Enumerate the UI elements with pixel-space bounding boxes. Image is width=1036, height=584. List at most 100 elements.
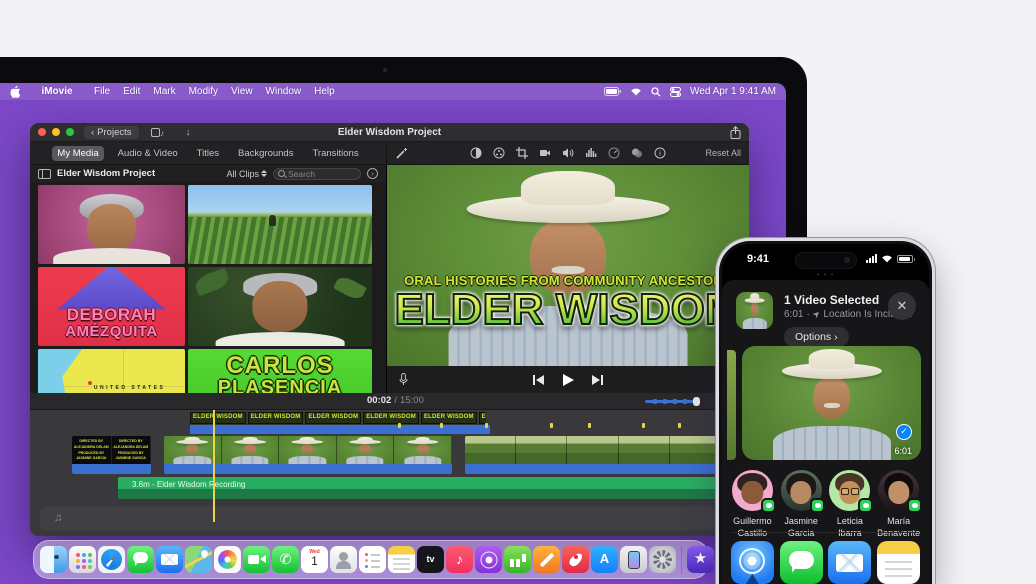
dock-safari-icon[interactable] xyxy=(98,546,125,573)
menu-help[interactable]: Help xyxy=(314,86,335,97)
dock-numbers-icon[interactable] xyxy=(504,546,531,573)
zoom-window-button[interactable] xyxy=(66,128,74,136)
clip-thumbnail-portrait-pink[interactable] xyxy=(38,185,185,264)
dock-mirroring-icon[interactable] xyxy=(620,546,647,573)
menu-window[interactable]: Window xyxy=(266,86,302,97)
airdrop-contact-leticia[interactable]: LeticiaIbarra xyxy=(826,470,874,539)
control-center-icon[interactable] xyxy=(670,87,681,97)
dock-notes-icon[interactable] xyxy=(388,546,415,573)
dock-phone-icon[interactable]: ✆ xyxy=(272,546,299,573)
contact-name: MaríaBenavente xyxy=(877,516,920,539)
share-app-airdrop[interactable]: AirDrop xyxy=(728,541,776,584)
play-icon[interactable] xyxy=(562,374,574,386)
sidebar-toggle-icon[interactable] xyxy=(38,169,51,179)
enhance-wand-icon[interactable] xyxy=(395,147,408,160)
menu-bar-clock[interactable]: Wed Apr 1 9:41 AM xyxy=(690,86,776,97)
dock-facetime-icon[interactable] xyxy=(243,546,270,573)
dock-calendar-icon[interactable]: Wed1 xyxy=(301,546,328,573)
title-clip-bar[interactable] xyxy=(190,425,490,434)
clip-thumbnail-portrait-foliage[interactable] xyxy=(188,267,372,346)
menu-view[interactable]: View xyxy=(231,86,253,97)
noise-reduction-icon[interactable] xyxy=(585,147,597,159)
browser-forward-icon[interactable]: › xyxy=(367,168,378,179)
zoom-slider-knob[interactable] xyxy=(693,397,700,406)
tab-titles[interactable]: Titles xyxy=(192,146,224,161)
minimize-window-button[interactable] xyxy=(52,128,60,136)
share-app-messages[interactable]: Messages xyxy=(777,541,825,584)
dock-maps-icon[interactable] xyxy=(185,546,212,573)
clip-thumbnail-us-map[interactable]: UNITED STATES xyxy=(38,349,185,393)
clip-thumbnail-farm-field[interactable] xyxy=(188,185,372,264)
volume-icon[interactable] xyxy=(562,147,574,159)
menu-modify[interactable]: Modify xyxy=(189,86,218,97)
clip-filter-dropdown[interactable]: All Clips xyxy=(226,169,267,179)
close-share-sheet-button[interactable]: ✕ xyxy=(888,292,916,320)
wifi-icon[interactable] xyxy=(630,87,642,96)
credits-clip[interactable]: DIRECTED BYALEJANDRA DELAMPRODUCED BYJAS… xyxy=(72,436,151,464)
media-import-icon[interactable]: ♪ xyxy=(151,127,164,138)
tab-backgrounds[interactable]: Backgrounds xyxy=(233,146,298,161)
credits-clip-audio-bar[interactable] xyxy=(72,464,151,474)
dock-appstore-icon[interactable]: A xyxy=(591,546,618,573)
dock-rocket-icon[interactable] xyxy=(562,546,589,573)
tab-my-media[interactable]: My Media xyxy=(52,146,103,161)
share-app-mail[interactable]: Mail xyxy=(826,541,874,584)
dock-settings-icon[interactable] xyxy=(649,546,676,573)
menu-file[interactable]: File xyxy=(94,86,110,97)
color-balance-icon[interactable] xyxy=(470,147,482,159)
stabilization-icon[interactable] xyxy=(539,147,551,159)
dock-podcasts-icon[interactable] xyxy=(475,546,502,573)
farm-broll-clip[interactable] xyxy=(465,436,721,464)
crop-icon[interactable] xyxy=(516,147,528,159)
dock-tv-icon[interactable]: tv xyxy=(417,546,444,573)
dock-contacts-icon[interactable] xyxy=(330,546,357,573)
menu-imovie[interactable]: iMovie xyxy=(33,86,81,97)
clip-thumbnail-carlos-title-card[interactable]: CARLOS PLASENCIA xyxy=(188,349,372,393)
share-icon[interactable] xyxy=(730,126,741,139)
elder-clip-audio-bar[interactable] xyxy=(164,464,452,474)
search-icon[interactable] xyxy=(651,87,661,97)
previous-frame-icon[interactable] xyxy=(533,375,544,385)
farm-clip-audio-bar[interactable] xyxy=(465,464,721,474)
close-window-button[interactable] xyxy=(38,128,46,136)
playhead[interactable] xyxy=(213,410,215,522)
timeline-zoom-slider[interactable] xyxy=(645,400,697,403)
color-correction-icon[interactable] xyxy=(493,147,505,159)
back-to-projects-button[interactable]: ‹Projects xyxy=(84,126,139,139)
media-tabs: My Media Audio & Video Titles Backgrounds Tr… xyxy=(30,142,387,164)
download-arrow-icon[interactable]: ↓ xyxy=(186,127,191,138)
search-input[interactable] xyxy=(288,169,356,179)
tab-transitions[interactable]: Transitions xyxy=(307,146,363,161)
dock-reminders-icon[interactable] xyxy=(359,546,386,573)
speed-icon[interactable] xyxy=(608,147,620,159)
elder-interview-clip[interactable] xyxy=(164,436,452,464)
airdrop-contact-guillermo[interactable]: GuillermoCastillo xyxy=(728,470,776,539)
dock-mail-icon[interactable] xyxy=(156,546,183,573)
selected-video-card[interactable]: ✓ 6:01 xyxy=(742,346,921,460)
airdrop-contact-maria[interactable]: MaríaBenavente xyxy=(875,470,923,539)
dock-pages-icon[interactable] xyxy=(533,546,560,573)
menu-edit[interactable]: Edit xyxy=(123,86,140,97)
background-music-well[interactable]: ♫ xyxy=(40,506,749,530)
dock-music-icon[interactable]: ♪ xyxy=(446,546,473,573)
audio-recording-clip[interactable]: 3.6m - Elder Wisdom Recording xyxy=(118,477,728,499)
dock-imovie-icon[interactable]: ★ xyxy=(687,546,714,573)
search-field[interactable] xyxy=(273,168,361,180)
clip-thumbnail-deborah-title-card[interactable]: DEBORAH AMÉZQUITA xyxy=(38,267,185,346)
info-icon[interactable]: i xyxy=(654,147,666,159)
beat-marker xyxy=(678,423,681,428)
dock-launchpad-icon[interactable] xyxy=(69,546,96,573)
next-frame-icon[interactable] xyxy=(592,375,603,385)
dock-photos-icon[interactable] xyxy=(214,546,241,573)
menu-mark[interactable]: Mark xyxy=(153,86,175,97)
airdrop-contact-jasmine[interactable]: JasmineGarcia xyxy=(777,470,825,539)
battery-icon[interactable] xyxy=(604,87,621,96)
tab-audio-video[interactable]: Audio & Video xyxy=(113,146,183,161)
apple-menu-icon[interactable] xyxy=(10,86,20,98)
dock-messages-icon[interactable] xyxy=(127,546,154,573)
filters-icon[interactable] xyxy=(631,147,643,159)
share-options-button[interactable]: Options › xyxy=(784,327,849,347)
reset-all-button[interactable]: Reset All xyxy=(705,148,741,158)
share-app-notes[interactable]: Notes xyxy=(875,541,923,584)
dock-finder-icon[interactable] xyxy=(40,546,67,573)
